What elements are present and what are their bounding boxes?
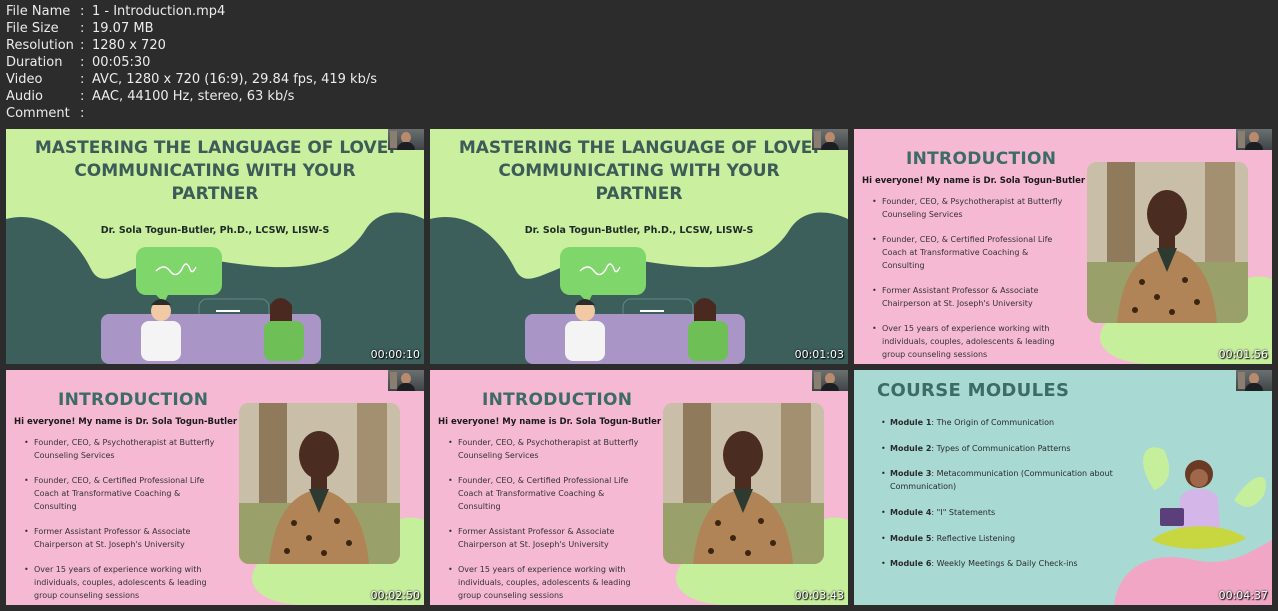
metadata-value: 00:05:30	[92, 55, 151, 70]
slide-author: Dr. Sola Togun-Butler, Ph.D., LCSW, LISW…	[100, 225, 330, 236]
module-text: Reflective Listening	[936, 533, 1016, 543]
bullet-item: Founder, CEO, & Certified Professional L…	[24, 474, 224, 513]
metadata-separator: :	[80, 4, 85, 19]
presenter-photo	[663, 403, 824, 564]
metadata-key: Audio	[6, 89, 43, 104]
bullet-item: Founder, CEO, & Psychotherapist at Butte…	[872, 195, 1072, 221]
thumbnail-timestamp: 00:04:37	[1218, 589, 1268, 602]
video-thumbnail[interactable]: INTRODUCTION Hi everyone! My name is Dr.…	[6, 370, 424, 605]
bullet-item: Former Assistant Professor & Associate C…	[448, 525, 648, 551]
slide-title: MASTERING THE LANGUAGE OF LOVE: COMMUNIC…	[6, 137, 424, 206]
file-metadata: File Name:1 - Introduction.mp4 File Size…	[6, 3, 377, 122]
metadata-row-audio: Audio: AAC, 44100 Hz, stereo, 63 kb/s	[6, 88, 377, 105]
metadata-row-resolution: Resolution:1280 x 720	[6, 37, 377, 54]
bullet-list: Founder, CEO, & Psychotherapist at Butte…	[448, 436, 648, 605]
bullet-item: Over 15 years of experience working with…	[24, 563, 224, 602]
metadata-separator: :	[80, 21, 85, 36]
module-item: Module 6: Weekly Meetings & Daily Check-…	[881, 557, 1131, 570]
metadata-row-file-name: File Name:1 - Introduction.mp4	[6, 3, 377, 20]
video-thumbnail[interactable]: INTRODUCTION Hi everyone! My name is Dr.…	[854, 129, 1272, 364]
slide-heading: COURSE MODULES	[877, 380, 1070, 401]
metadata-row-file-size: File Size:19.07 MB	[6, 20, 377, 37]
slide-title-line: PARTNER	[595, 184, 683, 204]
bullet-item: Over 15 years of experience working with…	[448, 563, 648, 602]
slide-title-line: COMMUNICATING WITH YOUR	[498, 161, 780, 181]
module-text: Weekly Meetings & Daily Check-ins	[936, 559, 1078, 569]
metadata-key: Video	[6, 72, 43, 87]
metadata-key: Duration	[6, 55, 63, 70]
module-text: The Origin of Communication	[936, 418, 1055, 427]
bullet-list: Founder, CEO, & Psychotherapist at Butte…	[24, 436, 224, 605]
module-label: Module 6	[890, 559, 932, 569]
bullet-item: Over 15 years of experience working with…	[872, 322, 1072, 361]
metadata-row-video: Video: AVC, 1280 x 720 (16:9), 29.84 fps,…	[6, 71, 377, 88]
module-label: Module 5	[890, 533, 932, 543]
metadata-value: AAC, 44100 Hz, stereo, 63 kb/s	[92, 89, 295, 104]
webcam-overlay	[812, 129, 848, 150]
module-item: Module 1: The Origin of Communication	[881, 416, 1131, 429]
webcam-overlay	[1236, 129, 1272, 150]
module-label: Module 3	[890, 469, 932, 479]
metadata-value: 1280 x 720	[92, 38, 166, 53]
webcam-overlay	[1236, 370, 1272, 391]
webcam-overlay	[388, 370, 424, 391]
bullet-item: Founder, CEO, & Psychotherapist at Butte…	[24, 436, 224, 462]
metadata-value: 19.07 MB	[92, 21, 154, 36]
module-item: Module 4: "I" Statements	[881, 506, 1131, 519]
slide-author: Dr. Sola Togun-Butler, Ph.D., LCSW, LISW…	[524, 225, 754, 236]
metadata-key: File Size	[6, 21, 59, 36]
metadata-separator: :	[80, 55, 85, 70]
video-thumbnail[interactable]: MASTERING THE LANGUAGE OF LOVE: COMMUNIC…	[430, 129, 848, 364]
bullet-item: Founder, CEO, & Certified Professional L…	[448, 474, 648, 513]
module-list: Module 1: The Origin of Communication Mo…	[881, 416, 1131, 583]
thumbnail-timestamp: 00:03:43	[794, 589, 844, 602]
webcam-overlay	[812, 370, 848, 391]
slide-heading: INTRODUCTION	[58, 390, 209, 410]
slide-heading: INTRODUCTION	[482, 390, 633, 410]
module-item: Module 5: Reflective Listening	[881, 532, 1131, 545]
slide-greeting: Hi everyone! My name is Dr. Sola Togun-B…	[862, 176, 1086, 186]
module-label: Module 2	[890, 443, 932, 453]
video-thumbnail[interactable]: MASTERING THE LANGUAGE OF LOVE: COMMUNIC…	[6, 129, 424, 364]
bullet-item: Founder, CEO, & Psychotherapist at Butte…	[448, 436, 648, 462]
bullet-item: Former Assistant Professor & Associate C…	[24, 525, 224, 551]
slide-heading: INTRODUCTION	[906, 149, 1057, 169]
presenter-photo	[1087, 162, 1248, 323]
metadata-row-duration: Duration:00:05:30	[6, 54, 377, 71]
module-text: "I" Statements	[936, 508, 996, 518]
video-thumbnail[interactable]: COURSE MODULES Module 1: The Origin of C…	[854, 370, 1272, 605]
thumbnail-timestamp: 00:00:10	[370, 348, 420, 361]
metadata-separator: :	[80, 89, 85, 104]
metadata-separator: :	[80, 72, 85, 87]
video-thumbnail[interactable]: INTRODUCTION Hi everyone! My name is Dr.…	[430, 370, 848, 605]
slide-title-line: PARTNER	[171, 184, 259, 204]
metadata-key: Comment	[6, 106, 70, 121]
slide-greeting: Hi everyone! My name is Dr. Sola Togun-B…	[438, 417, 662, 427]
thumbnail-timestamp: 00:02:50	[370, 589, 420, 602]
metadata-row-comment: Comment:	[6, 105, 377, 122]
metadata-value: AVC, 1280 x 720 (16:9), 29.84 fps, 419 k…	[92, 72, 377, 87]
thumbnail-timestamp: 00:01:03	[794, 348, 844, 361]
thumbnail-timestamp: 00:01:56	[1218, 348, 1268, 361]
slide-title-line: MASTERING THE LANGUAGE OF LOVE:	[458, 138, 820, 158]
module-item: Module 2: Types of Communication Pattern…	[881, 442, 1131, 455]
webcam-overlay	[388, 129, 424, 150]
slide-title-line: COMMUNICATING WITH YOUR	[74, 161, 356, 181]
presenter-photo	[239, 403, 400, 564]
module-label: Module 4	[890, 508, 932, 518]
metadata-separator: :	[80, 38, 85, 53]
slide-title-line: MASTERING THE LANGUAGE OF LOVE:	[34, 138, 396, 158]
bullet-item: Former Assistant Professor & Associate C…	[872, 284, 1072, 310]
slide-title: MASTERING THE LANGUAGE OF LOVE: COMMUNIC…	[430, 137, 848, 206]
metadata-key: Resolution	[6, 38, 74, 53]
module-label: Module 1	[890, 418, 932, 427]
module-item: Module 3: Metacommunication (Communicati…	[881, 467, 1131, 493]
metadata-separator: :	[80, 106, 85, 121]
bullet-list: Founder, CEO, & Psychotherapist at Butte…	[872, 195, 1072, 364]
bullet-item: Founder, CEO, & Certified Professional L…	[872, 233, 1072, 272]
metadata-value: 1 - Introduction.mp4	[92, 4, 226, 19]
metadata-key: File Name	[6, 4, 71, 19]
slide-greeting: Hi everyone! My name is Dr. Sola Togun-B…	[14, 417, 238, 427]
module-text: Types of Communication Patterns	[936, 443, 1071, 453]
